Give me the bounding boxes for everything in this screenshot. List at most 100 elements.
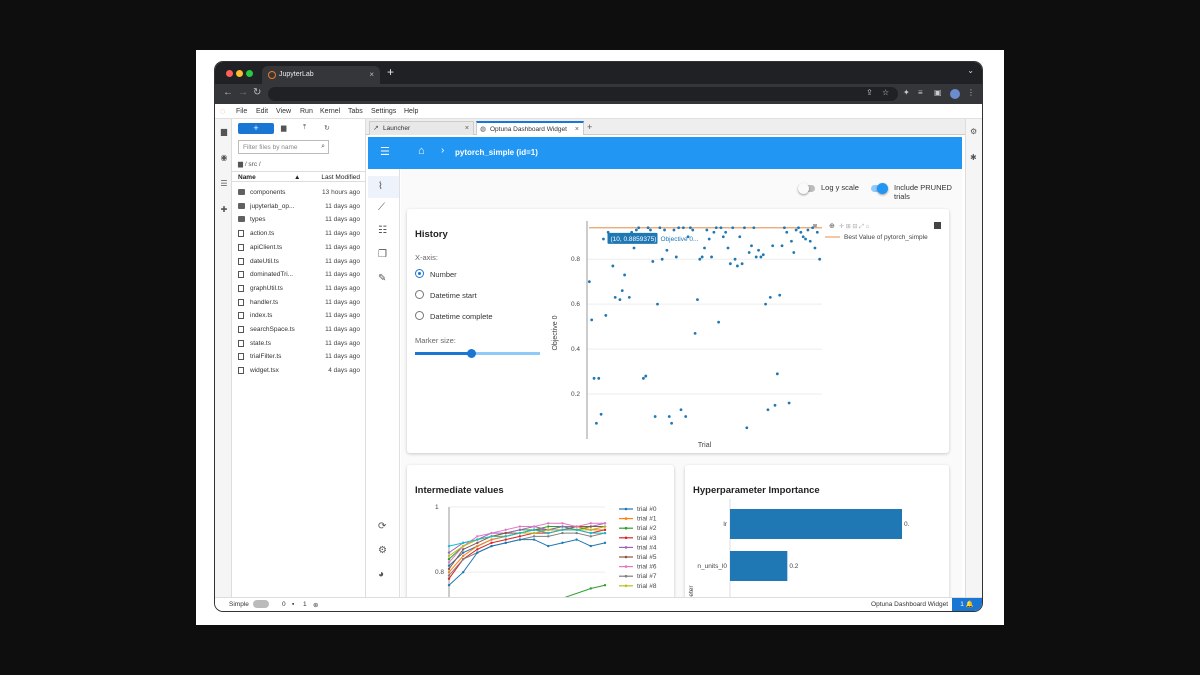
data-point[interactable] — [642, 376, 645, 380]
folder-breadcrumb-icon[interactable]: ▆ — [238, 161, 243, 168]
series-point[interactable] — [603, 525, 607, 528]
note-icon[interactable]: ✎ — [378, 273, 386, 284]
series-point[interactable] — [447, 561, 451, 564]
data-point[interactable] — [752, 226, 756, 230]
close-tab-icon[interactable]: × — [369, 66, 374, 84]
data-point[interactable] — [590, 318, 594, 322]
series-point[interactable] — [589, 525, 593, 528]
series-point[interactable] — [561, 525, 564, 528]
history-chart-icon[interactable]: ⌇ — [368, 176, 399, 198]
new-tab-button[interactable]: + — [387, 65, 394, 79]
series-point[interactable] — [532, 528, 536, 532]
data-point[interactable] — [672, 228, 676, 232]
series-point[interactable] — [504, 531, 507, 535]
data-point[interactable] — [653, 415, 657, 418]
series-point[interactable] — [518, 525, 522, 528]
series-point[interactable] — [561, 541, 564, 545]
data-point[interactable] — [778, 293, 782, 297]
data-point[interactable] — [757, 248, 760, 252]
data-point[interactable] — [597, 376, 601, 380]
refresh-icon[interactable]: ↻ — [324, 124, 330, 132]
github-icon[interactable]: ◕ — [378, 569, 384, 580]
series-point[interactable] — [589, 528, 593, 532]
series-point[interactable] — [532, 538, 536, 541]
terminal-count[interactable]: 1 — [303, 601, 307, 608]
data-point[interactable] — [649, 228, 652, 232]
data-point[interactable] — [665, 248, 669, 252]
intermediate-plot[interactable]: 1 0.8 trial #0 trial #1 trial #2 trial #3 tria… — [407, 499, 674, 597]
data-point[interactable] — [721, 235, 725, 239]
file-list-item[interactable]: components 13 hours ago — [232, 186, 366, 199]
series-point[interactable] — [461, 557, 465, 561]
data-point[interactable] — [750, 244, 753, 248]
series-point[interactable] — [461, 551, 465, 554]
series-point[interactable] — [518, 535, 522, 538]
close-tab-icon[interactable]: × — [465, 122, 469, 135]
data-point[interactable] — [818, 257, 822, 261]
series-point[interactable] — [490, 538, 493, 541]
tab-launcher[interactable]: ↗ Launcher × — [369, 121, 474, 135]
series-point[interactable] — [518, 538, 522, 541]
series-point[interactable] — [476, 538, 479, 541]
browser-tab-jupyterlab[interactable]: JupyterLab × — [262, 66, 380, 84]
series-point[interactable] — [490, 535, 493, 538]
zoom-icon[interactable]: ⊕ — [829, 223, 835, 230]
series-point[interactable] — [575, 525, 578, 528]
series-point[interactable] — [490, 531, 493, 535]
series-point[interactable] — [547, 528, 550, 532]
browser-menu-icon[interactable]: ⋮ — [967, 88, 975, 97]
series-point[interactable] — [447, 564, 451, 567]
menu-view[interactable]: View — [276, 108, 291, 115]
series-point[interactable] — [547, 535, 550, 538]
trials-list-icon[interactable]: ❐ — [378, 249, 387, 260]
reading-list-icon[interactable]: ≡ — [918, 88, 923, 97]
importance-plot[interactable]: lr 0. n_units_l0 0.2 eter — [685, 499, 949, 597]
series-point[interactable] — [461, 554, 465, 558]
data-point[interactable] — [804, 237, 807, 241]
series-point[interactable] — [589, 544, 593, 548]
data-point[interactable] — [740, 262, 744, 266]
series-point[interactable] — [476, 551, 479, 554]
upload-icon[interactable]: ⤒ — [303, 124, 306, 132]
file-list-item[interactable]: trialFilter.ts 11 days ago — [232, 350, 366, 363]
series-point[interactable] — [518, 531, 522, 535]
series-point[interactable] — [532, 525, 536, 528]
data-point[interactable] — [698, 257, 702, 261]
series-point[interactable] — [476, 535, 479, 538]
folder-icon[interactable]: ▆ — [219, 127, 229, 137]
data-point[interactable] — [667, 415, 671, 418]
file-list-item[interactable]: handler.ts 11 days ago — [232, 296, 366, 309]
series-point[interactable] — [603, 584, 607, 587]
data-point[interactable] — [679, 408, 683, 412]
settings-gear-icon[interactable]: ⚙ — [378, 545, 387, 556]
share-icon[interactable]: ⇪ — [866, 88, 873, 97]
series-point[interactable] — [589, 535, 593, 538]
data-point[interactable] — [808, 239, 812, 243]
extensions-icon[interactable]: ✦ — [903, 88, 910, 97]
sort-arrow-icon[interactable]: ▲ — [294, 174, 300, 181]
data-point[interactable] — [674, 255, 678, 259]
data-point[interactable] — [766, 408, 770, 412]
series-point[interactable] — [447, 567, 451, 571]
data-point[interactable] — [794, 228, 798, 232]
data-point[interactable] — [806, 228, 810, 232]
data-point[interactable] — [714, 226, 718, 230]
data-point[interactable] — [618, 298, 622, 302]
property-inspector-icon[interactable]: ⚙ — [970, 127, 977, 136]
reload-button[interactable]: ↻ — [253, 87, 261, 98]
data-point[interactable] — [632, 246, 636, 250]
data-point[interactable] — [677, 226, 681, 230]
series-point[interactable] — [504, 541, 507, 545]
data-point[interactable] — [733, 257, 737, 261]
menu-edit[interactable]: Edit — [256, 108, 268, 115]
series-point[interactable] — [561, 522, 564, 525]
data-point[interactable] — [703, 246, 706, 250]
data-point[interactable] — [759, 255, 763, 259]
marker-size-thumb[interactable] — [467, 349, 477, 358]
series-point[interactable] — [447, 570, 451, 574]
data-point[interactable] — [611, 264, 615, 268]
new-launcher-button[interactable]: + — [238, 123, 274, 134]
series-point[interactable] — [532, 531, 536, 535]
data-point[interactable] — [712, 230, 716, 234]
data-point[interactable] — [761, 253, 765, 257]
